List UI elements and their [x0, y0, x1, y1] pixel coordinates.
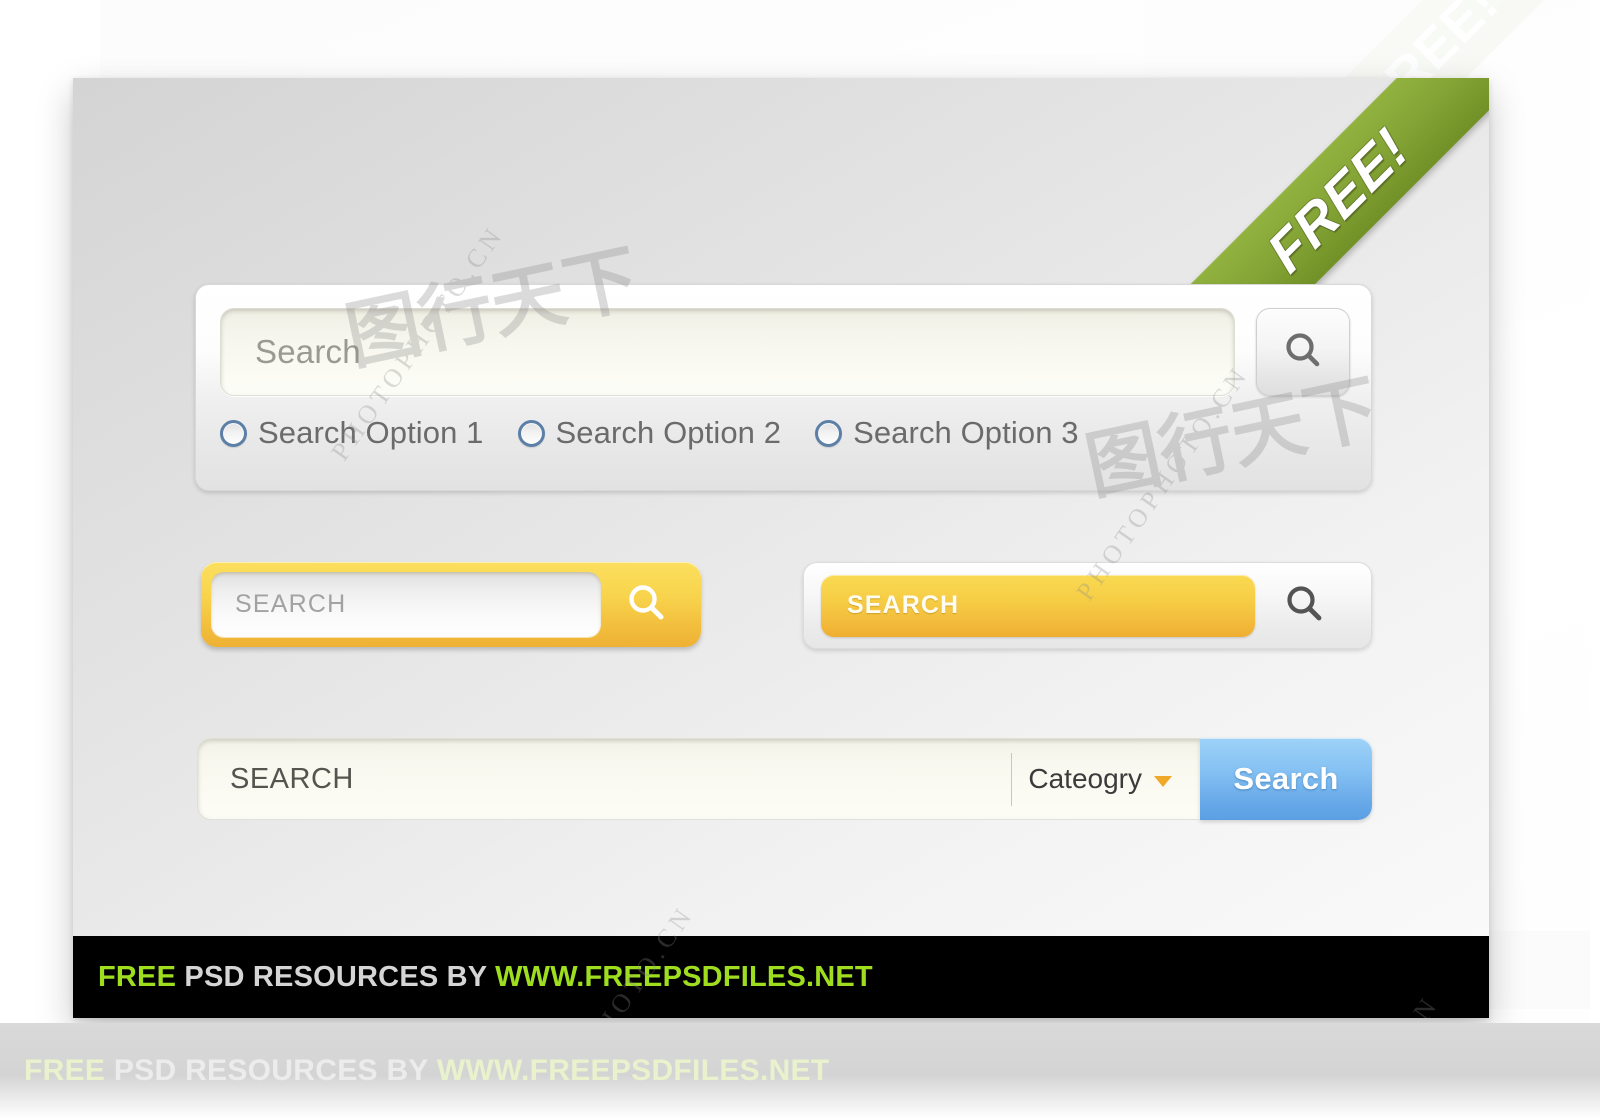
stock-watermark-overlay: PHOTOPHOTO.CN PHOTOPHOTO.CN PHOTOPHOTO.C…	[73, 78, 1489, 1018]
canvas-footer-text: FREE PSD RESOURCES BY WWW.FREEPSDFILES.N…	[98, 961, 873, 994]
search-bar-category: SEARCH Cateogry Search	[197, 738, 1372, 820]
chevron-down-icon	[1154, 775, 1172, 787]
search-button-yellow-outer[interactable]	[623, 579, 669, 630]
category-divider	[1011, 753, 1012, 806]
radio-circle-icon[interactable]	[815, 419, 843, 447]
category-dropdown[interactable]: Cateogry	[1028, 763, 1172, 795]
search-button-category[interactable]: Search	[1200, 738, 1372, 820]
radio-circle-icon[interactable]	[517, 419, 545, 447]
search-input-yellow-outer[interactable]: SEARCH	[211, 572, 601, 637]
radio-option-3-label: Search Option 3	[853, 415, 1079, 450]
footer-url[interactable]: WWW.FREEPSDFILES.NET	[495, 961, 873, 993]
search-input-yellow-outer-placeholder: SEARCH	[235, 590, 347, 618]
footer-free-word: FREE	[98, 960, 177, 993]
radio-option-3[interactable]: Search Option 3	[815, 415, 1079, 451]
search-options-group: Search Option 1 Search Option 2 Search O…	[220, 415, 1079, 451]
search-input-primary[interactable]: Search	[220, 308, 1235, 396]
radio-option-1[interactable]: Search Option 1	[220, 415, 484, 451]
footer-mid-text: PSD RESOURCES BY	[176, 960, 496, 993]
search-input-category[interactable]: SEARCH Cateogry	[197, 738, 1200, 820]
search-panel-primary: Search Search Option 1 Search Option 2 S…	[195, 284, 1372, 491]
canvas-footer-bar: FREE PSD RESOURCES BY WWW.FREEPSDFILES.N…	[73, 936, 1489, 1018]
search-input-yellow-inner-placeholder: SEARCH	[847, 591, 960, 619]
preview-canvas: FREE! Search Search Option 1 Search Opti…	[73, 78, 1489, 1018]
search-bar-yellow-outer: SEARCH	[201, 562, 701, 647]
free-ribbon-label: FREE!	[1254, 115, 1420, 285]
search-input-primary-placeholder: Search	[255, 333, 361, 370]
search-button-yellow-inner[interactable]	[1281, 580, 1327, 631]
magnifier-icon	[629, 585, 664, 620]
radio-option-1-label: Search Option 1	[258, 415, 484, 450]
search-input-category-placeholder: SEARCH	[230, 762, 354, 795]
page-footer-free-word: FREE	[24, 1054, 106, 1087]
magnifier-icon	[1281, 328, 1325, 377]
search-bar-yellow-inner: SEARCH	[803, 562, 1372, 649]
radio-circle-icon[interactable]	[220, 419, 247, 447]
search-button-primary[interactable]	[1256, 308, 1350, 396]
category-dropdown-label: Cateogry	[1028, 763, 1142, 794]
page-footer-ghost-bar: FREE PSD RESOURCES BY WWW.FREEPSDFILES.N…	[0, 1023, 1600, 1119]
page-footer-mid-text: PSD RESOURCES BY	[105, 1054, 437, 1087]
page-footer-url: WWW.FREEPSDFILES.NET	[436, 1054, 830, 1087]
radio-option-2-label: Search Option 2	[555, 415, 782, 450]
search-input-yellow-inner[interactable]: SEARCH	[821, 574, 1255, 637]
radio-option-2[interactable]: Search Option 2	[517, 415, 782, 451]
magnifier-icon	[1287, 586, 1322, 621]
search-button-category-label: Search	[1233, 761, 1339, 796]
page-footer-text: FREE PSD RESOURCES BY WWW.FREEPSDFILES.N…	[24, 1054, 829, 1088]
